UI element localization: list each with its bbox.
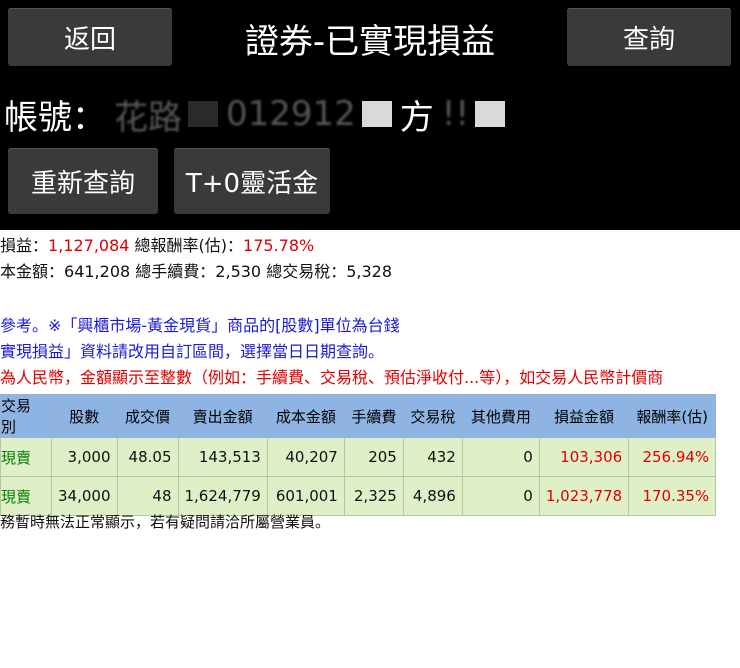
t0-flex-fund-button[interactable]: T+0靈活金	[174, 148, 330, 214]
footer-note: 務暫時無法正常顯示，若有疑問請洽所屬營業員。	[0, 513, 331, 531]
realized-pl-table: 交易別 股數 成交價 賣出金額 成本金額 手續費 交易稅 其他費用 損益金額 報…	[0, 394, 717, 516]
col-sell-amount: 賣出金額	[177, 394, 268, 438]
notes-panel: 參考。※「興櫃市場-黃金現貨」商品的[股數]單位為台錢 實現損益」資料請改用自訂…	[0, 313, 663, 391]
summary-line-2: 本金額：641,208 總手續費：2,530 總交易稅：5,328	[0, 262, 393, 281]
table-row[interactable]: 現賣 3,000 48.05 143,513 40,207 205 432 0 …	[0, 437, 717, 477]
account-mask-block-2	[361, 101, 392, 127]
total-pl-value: 1,127,084	[48, 236, 130, 255]
total-return-value: 175.78%	[243, 236, 315, 255]
requery-button[interactable]: 重新查詢	[8, 148, 158, 214]
col-fee: 手續費	[343, 394, 404, 438]
query-button[interactable]: 查詢	[567, 8, 731, 66]
col-trade-type: 交易別	[0, 394, 52, 438]
page-title: 證券-已實現損益	[244, 21, 496, 62]
account-mask-block-3	[475, 101, 506, 127]
top-bar: 返回 證券-已實現損益 查詢 帳號： 花路 012912 方 !! 重新查詢 T…	[0, 0, 740, 230]
account-suffix: 方	[399, 97, 434, 138]
table-header-row: 交易別 股數 成交價 賣出金額 成本金額 手續費 交易稅 其他費用 損益金額 報…	[0, 394, 717, 438]
total-fee-value: 2,530	[215, 262, 262, 281]
total-tax-value: 5,328	[346, 262, 393, 281]
account-number-masked: 012912	[226, 94, 356, 134]
col-other-fees: 其他費用	[461, 394, 540, 438]
account-suffix-masked: !!	[441, 94, 470, 134]
col-tax: 交易稅	[402, 394, 463, 438]
note-line-2: 實現損益」資料請改用自訂區間，選擇當日日期查詢。	[0, 342, 385, 361]
account-row: 帳號： 花路 012912 方 !!	[0, 84, 740, 144]
col-cost-amount: 成本金額	[266, 394, 345, 438]
col-pl-amount: 損益金額	[538, 394, 630, 438]
col-return: 報酬率(估)	[628, 394, 717, 438]
account-label: 帳號：	[4, 97, 106, 138]
account-mask-block	[188, 101, 218, 127]
account-name-masked: 花路	[114, 97, 182, 138]
note-line-1: 參考。※「興櫃市場-黃金現貨」商品的[股數]單位為台錢	[0, 316, 400, 335]
note-line-3: 為人民幣，金額顯示至整數（例如：手續費、交易稅、預估淨收付...等），如交易人民…	[0, 368, 664, 387]
back-button[interactable]: 返回	[8, 8, 172, 66]
summary-line-1: 損益：1,127,084 總報酬率(估)：175.78%	[0, 236, 315, 255]
table-row[interactable]: 現賣 34,000 48 1,624,779 601,001 2,325 4,8…	[0, 476, 717, 516]
col-shares: 股數	[51, 394, 118, 438]
total-cost-value: 641,208	[64, 262, 131, 281]
summary-panel: 損益：1,127,084 總報酬率(估)：175.78% 本金額：641,208…	[0, 233, 392, 285]
col-price: 成交價	[116, 394, 179, 438]
